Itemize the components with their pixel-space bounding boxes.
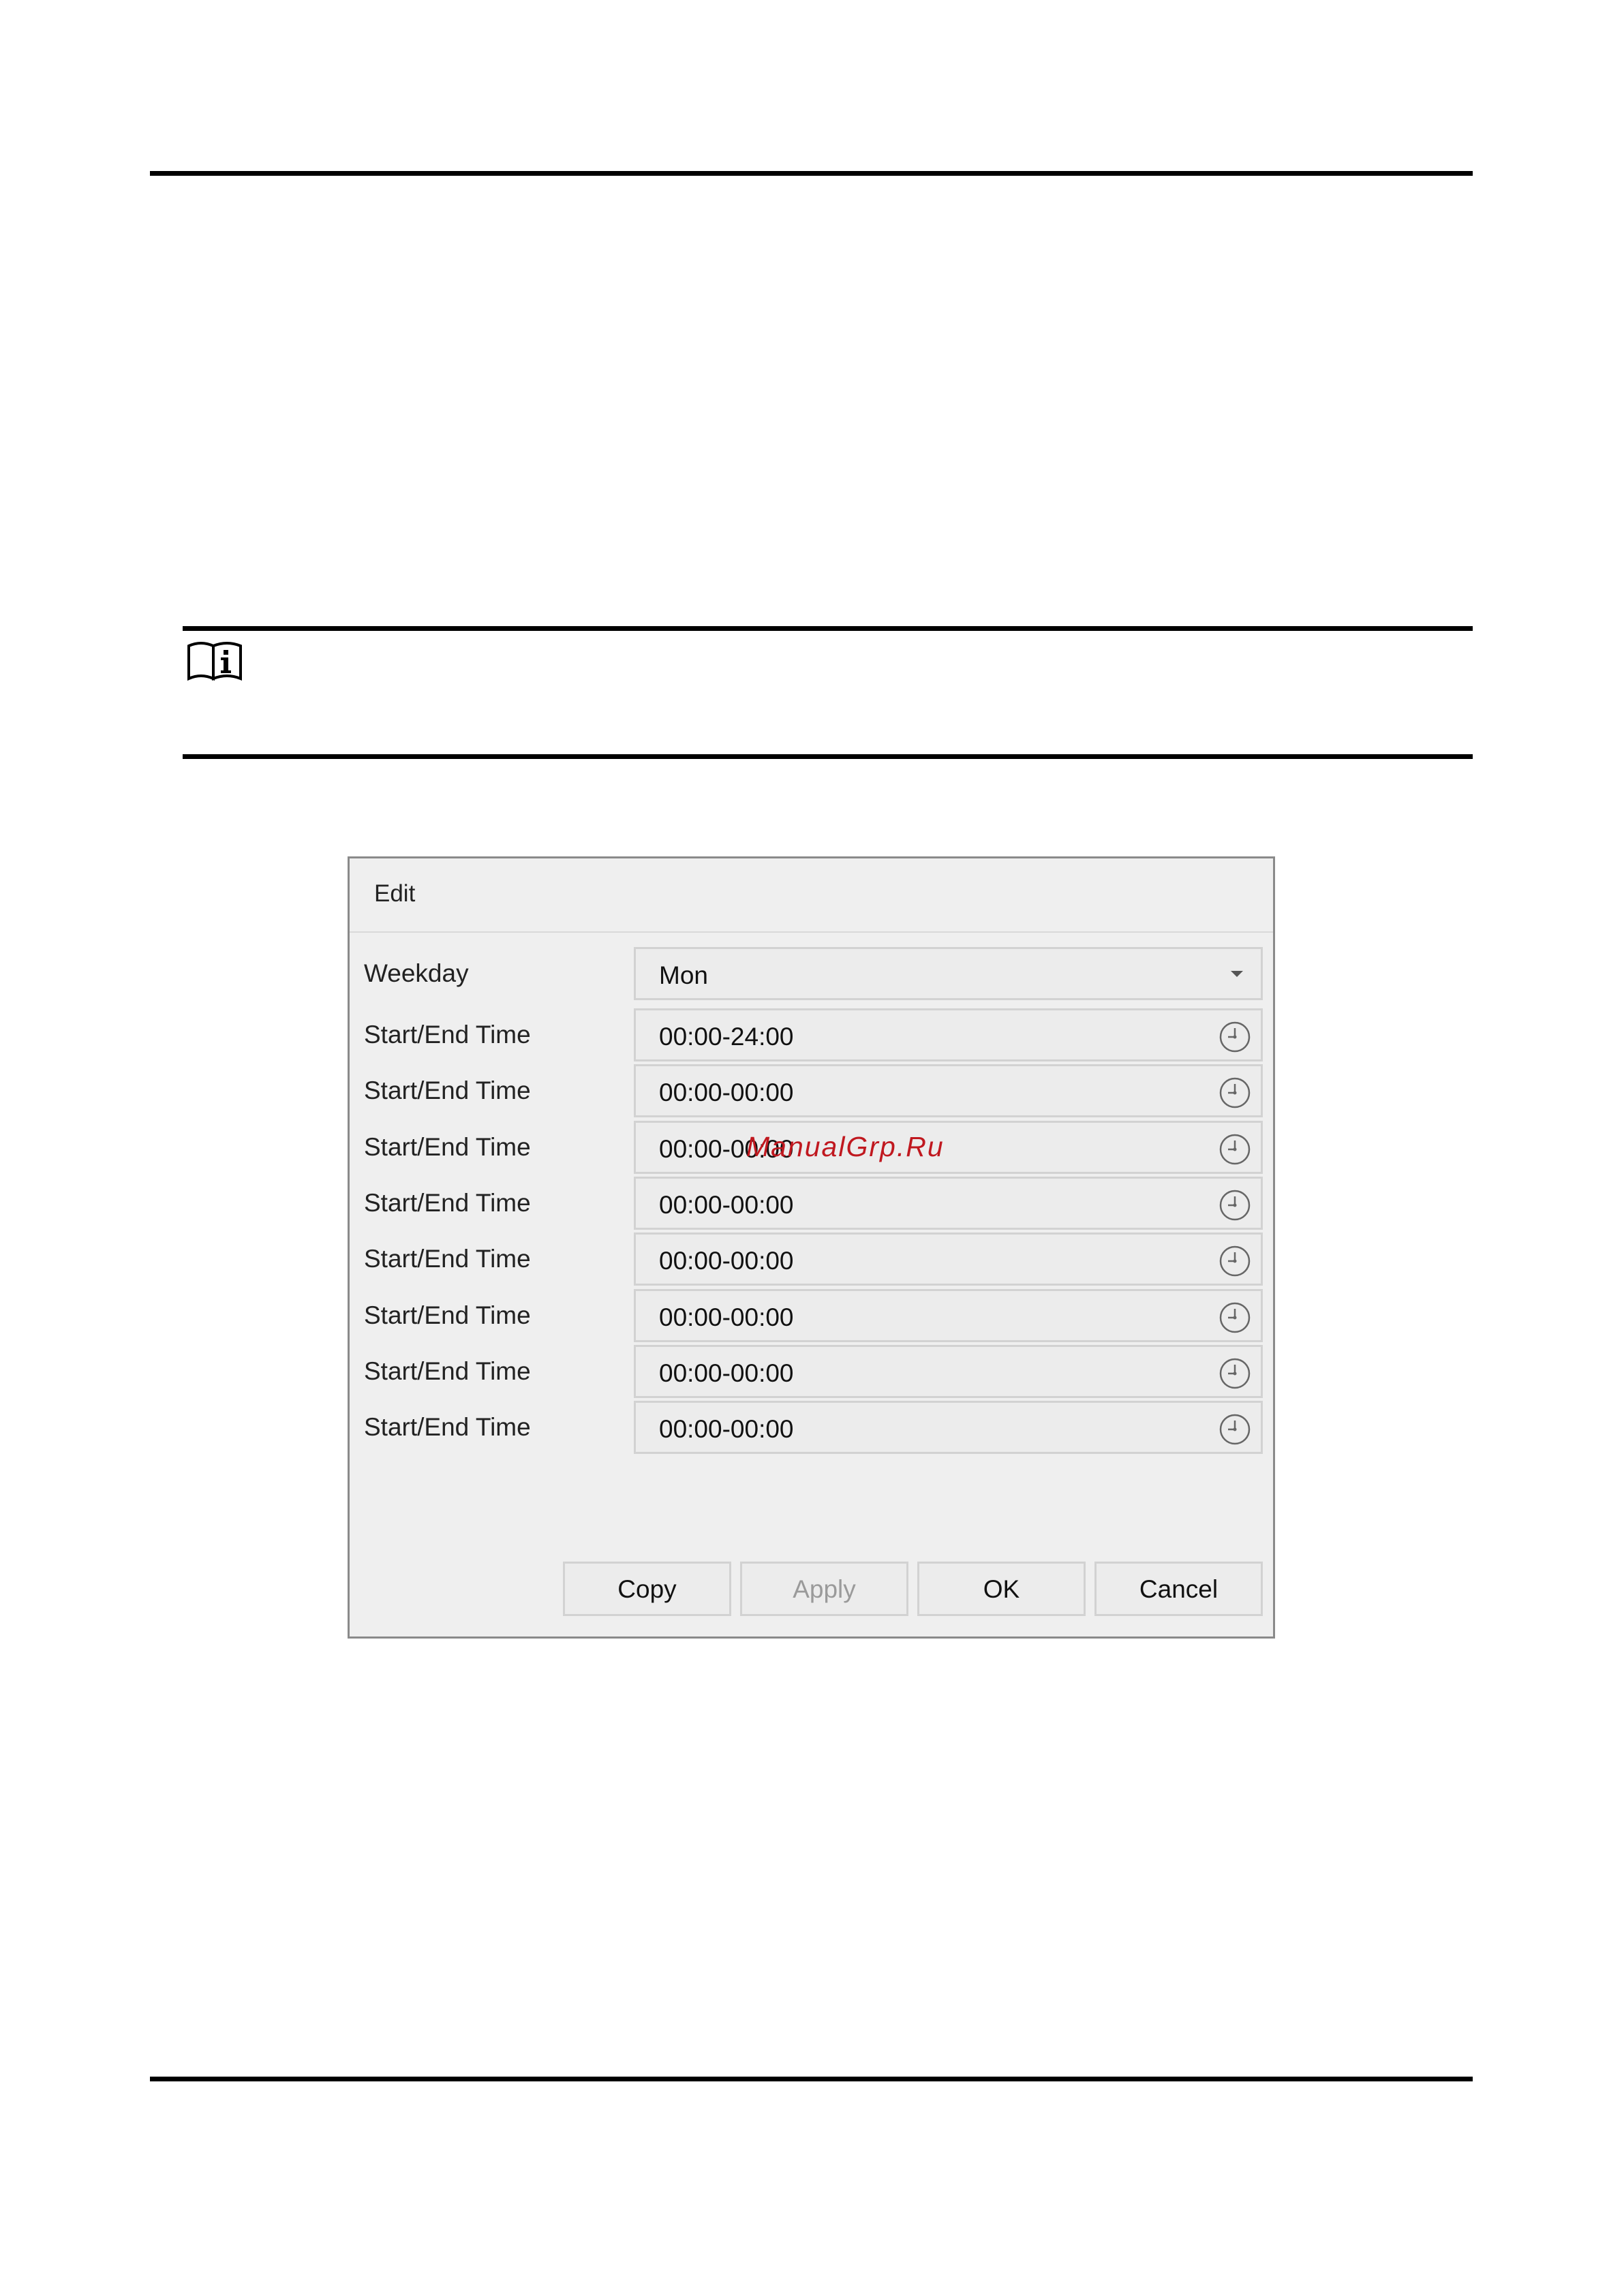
start-end-time-label: Start/End Time: [364, 1413, 531, 1441]
start-end-time-value: 00:00-00:00: [659, 1415, 794, 1443]
clock-icon[interactable]: [1219, 1189, 1251, 1222]
start-end-time-value: 00:00-00:00: [659, 1247, 794, 1275]
start-end-time-label: Start/End Time: [364, 1357, 531, 1385]
chevron-down-icon: [1231, 971, 1243, 977]
weekday-value: Mon: [659, 961, 708, 989]
start-end-time-value: 00:00-00:00: [659, 1303, 794, 1331]
apply-button[interactable]: Apply: [740, 1562, 908, 1616]
start-end-time-value: 00:00-00:00: [659, 1191, 794, 1219]
info-book-icon: [187, 642, 242, 681]
cancel-button[interactable]: Cancel: [1094, 1562, 1263, 1616]
start-end-time-label: Start/End Time: [364, 1301, 531, 1329]
start-end-time-label: Start/End Time: [364, 1245, 531, 1273]
start-end-time-field[interactable]: 00:00-00:00: [634, 1401, 1263, 1454]
start-end-time-field[interactable]: 00:00-24:00: [634, 1008, 1263, 1061]
start-end-time-field[interactable]: 00:00-00:00: [634, 1232, 1263, 1286]
start-end-time-field[interactable]: 00:00-00:00: [634, 1289, 1263, 1342]
clock-icon[interactable]: [1219, 1133, 1251, 1166]
start-end-time-field[interactable]: 00:00-00:00: [634, 1064, 1263, 1117]
clock-icon[interactable]: [1219, 1245, 1251, 1277]
page-footer-rule: [150, 2077, 1473, 2081]
edit-dialog: Edit Weekday Mon Start/End Time 00:00-24:…: [348, 856, 1275, 1639]
start-end-time-value: 00:00-00:00: [659, 1359, 794, 1387]
note-top-rule: [183, 626, 1473, 631]
start-end-time-field[interactable]: 00:00-00:00: [634, 1121, 1263, 1174]
note-bottom-rule: [183, 754, 1473, 759]
clock-icon[interactable]: [1219, 1076, 1251, 1109]
dialog-title: Edit: [374, 880, 416, 907]
watermark: ManualGrp.Ru: [746, 1131, 945, 1162]
clock-icon[interactable]: [1219, 1413, 1251, 1446]
clock-icon[interactable]: [1219, 1301, 1251, 1334]
dialog-header: Edit: [350, 858, 1273, 933]
start-end-time-label: Start/End Time: [364, 1021, 531, 1049]
start-end-time-field[interactable]: 00:00-00:00: [634, 1177, 1263, 1230]
weekday-select[interactable]: Mon: [634, 947, 1263, 1000]
start-end-time-value: 00:00-00:00: [659, 1079, 794, 1106]
start-end-time-label: Start/End Time: [364, 1189, 531, 1217]
copy-button[interactable]: Copy: [563, 1562, 731, 1616]
page-header-rule: [150, 171, 1473, 176]
start-end-time-field[interactable]: 00:00-00:00: [634, 1345, 1263, 1398]
ok-button[interactable]: OK: [917, 1562, 1086, 1616]
start-end-time-label: Start/End Time: [364, 1133, 531, 1161]
start-end-time-value: 00:00-24:00: [659, 1023, 794, 1051]
clock-icon[interactable]: [1219, 1021, 1251, 1053]
start-end-time-label: Start/End Time: [364, 1076, 531, 1104]
clock-icon[interactable]: [1219, 1357, 1251, 1390]
weekday-label: Weekday: [364, 959, 469, 987]
